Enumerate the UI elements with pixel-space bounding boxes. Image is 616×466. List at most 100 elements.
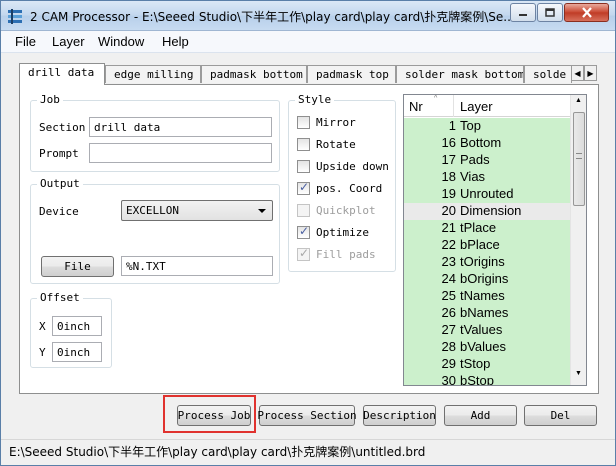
scroll-down-icon[interactable]: ▼ [575, 370, 582, 377]
offset-x-input[interactable]: 0inch [52, 316, 102, 336]
dropdown-arrow-icon [258, 209, 266, 213]
checkbox[interactable] [297, 160, 310, 173]
style-option-rotate[interactable]: Rotate [297, 138, 356, 151]
layer-row[interactable]: 16 Bottom [404, 135, 571, 152]
close-icon [581, 7, 592, 18]
add-button[interactable]: Add [444, 405, 517, 426]
checkbox[interactable] [297, 116, 310, 129]
tab-scroll-left[interactable]: ◀ [571, 65, 584, 81]
style-group: Style Mirror Rotate Upside down ✓ pos. Coord… [288, 93, 396, 272]
file-input[interactable]: %N.TXT [121, 256, 273, 276]
checkmark-icon: ✓ [299, 180, 310, 194]
style-option-label: Upside down [316, 160, 389, 173]
tab-padmask-top[interactable]: padmask top [307, 65, 396, 83]
tab-panel-drill-data: Job Section drill data Prompt Output Dev… [19, 84, 599, 394]
column-layer[interactable]: Layer [460, 99, 493, 114]
style-group-title: Style [295, 93, 335, 106]
layer-row[interactable]: 28 bValues [404, 339, 571, 356]
layer-row[interactable]: 17 Pads [404, 152, 571, 169]
tab-solder-mask-bottom[interactable]: solder mask bottom [396, 65, 524, 83]
device-select[interactable]: EXCELLON [121, 200, 273, 221]
style-option-pos-coord[interactable]: ✓ pos. Coord [297, 180, 383, 195]
style-option-label: Mirror [316, 116, 356, 129]
output-group: Output Device EXCELLON File %N.TXT [30, 177, 280, 284]
description-button[interactable]: Description [363, 405, 436, 426]
layer-name: tNames [460, 288, 505, 303]
layer-row[interactable]: 30 bStop [404, 373, 571, 386]
prompt-label: Prompt [39, 147, 79, 160]
close-button[interactable] [564, 3, 609, 22]
file-button[interactable]: File [41, 256, 114, 277]
chevron-left-icon: ◀ [574, 68, 581, 78]
column-divider [453, 95, 454, 117]
layer-name: tPlace [460, 220, 497, 235]
layer-number: 25 [441, 288, 456, 303]
minimize-button[interactable] [510, 3, 536, 22]
layer-name: bOrigins [460, 271, 509, 286]
style-option-optimize[interactable]: ✓ Optimize [297, 224, 369, 239]
checkbox [297, 204, 310, 217]
checkbox[interactable]: ✓ [297, 180, 310, 195]
layer-row[interactable]: 27 tValues [404, 322, 571, 339]
del-button[interactable]: Del [524, 405, 597, 426]
layer-row[interactable]: 25 tNames [404, 288, 571, 305]
layer-name: bNames [460, 305, 509, 320]
layer-list-scrollbar[interactable]: ▲ ▼ [570, 95, 586, 385]
layer-number: 18 [441, 169, 456, 184]
layer-row[interactable]: 19 Unrouted [404, 186, 571, 203]
layer-name: Pads [460, 152, 490, 167]
menu-file[interactable]: File [15, 34, 36, 49]
scrollbar-thumb[interactable] [573, 112, 585, 206]
layer-number: 22 [441, 237, 456, 252]
device-label: Device [39, 205, 79, 218]
style-option-label: Optimize [316, 226, 369, 239]
checkbox[interactable]: ✓ [297, 224, 310, 239]
title-bar[interactable]: 2 CAM Processor - E:\Seeed Studio\下半年工作\… [1, 1, 615, 31]
layer-name: tOrigins [460, 254, 505, 269]
layer-number: 20 [441, 203, 456, 218]
tab-scroll-right[interactable]: ▶ [584, 65, 597, 81]
layer-row[interactable]: 29 tStop [404, 356, 571, 373]
layer-row[interactable]: 1 Top [404, 118, 571, 135]
scroll-up-icon[interactable]: ▲ [575, 97, 582, 104]
checkmark-icon: ✓ [299, 246, 310, 260]
section-input[interactable]: drill data [89, 117, 272, 137]
tab-drill-data[interactable]: drill data [19, 63, 105, 85]
layer-row[interactable]: 23 tOrigins [404, 254, 571, 271]
menu-bar: File Layer Window Help [1, 31, 615, 53]
status-bar: E:\Seeed Studio\下半年工作\play card\play car… [1, 439, 615, 465]
offset-y-input[interactable]: 0inch [52, 342, 102, 362]
layer-row[interactable]: 20 Dimension [404, 203, 571, 220]
layer-row[interactable]: 21 tPlace [404, 220, 571, 237]
prompt-input[interactable] [89, 143, 272, 163]
tab-padmask-bottom[interactable]: padmask bottom [201, 65, 307, 83]
style-option-mirror[interactable]: Mirror [297, 116, 356, 129]
layer-list-header: Nr ^ Layer [404, 95, 571, 117]
cam-processor-window: 2 CAM Processor - E:\Seeed Studio\下半年工作\… [0, 0, 616, 466]
layer-name: bValues [460, 339, 507, 354]
layer-number: 17 [441, 152, 456, 167]
menu-layer[interactable]: Layer [52, 34, 85, 49]
layer-row[interactable]: 24 bOrigins [404, 271, 571, 288]
section-tabs: drill data edge milling padmask bottom p… [19, 63, 597, 85]
offset-x-label: X [39, 320, 46, 333]
menu-help[interactable]: Help [162, 34, 189, 49]
layer-row[interactable]: 26 bNames [404, 305, 571, 322]
tab-edge-milling[interactable]: edge milling [105, 65, 201, 83]
column-nr[interactable]: Nr [409, 99, 423, 114]
style-option-label: pos. Coord [316, 182, 383, 195]
layer-number: 26 [441, 305, 456, 320]
checkbox[interactable] [297, 138, 310, 151]
process-section-button[interactable]: Process Section [257, 405, 357, 426]
maximize-icon [545, 8, 555, 17]
style-option-upside-down[interactable]: Upside down [297, 160, 389, 173]
menu-window[interactable]: Window [98, 34, 144, 49]
maximize-button[interactable] [537, 3, 563, 22]
layer-row[interactable]: 18 Vias [404, 169, 571, 186]
offset-group: Offset X 0inch Y 0inch [30, 291, 112, 368]
layer-list[interactable]: Nr ^ Layer 1 Top 16 Bottom 17 Pads 18 Vias 19 Unr… [403, 94, 587, 386]
layer-row[interactable]: 22 bPlace [404, 237, 571, 254]
layer-rows: 1 Top 16 Bottom 17 Pads 18 Vias 19 Unrouted 20 Dime… [404, 118, 571, 386]
layer-number: 30 [441, 373, 456, 386]
tab-solder-mask-top[interactable]: solde [524, 65, 572, 83]
